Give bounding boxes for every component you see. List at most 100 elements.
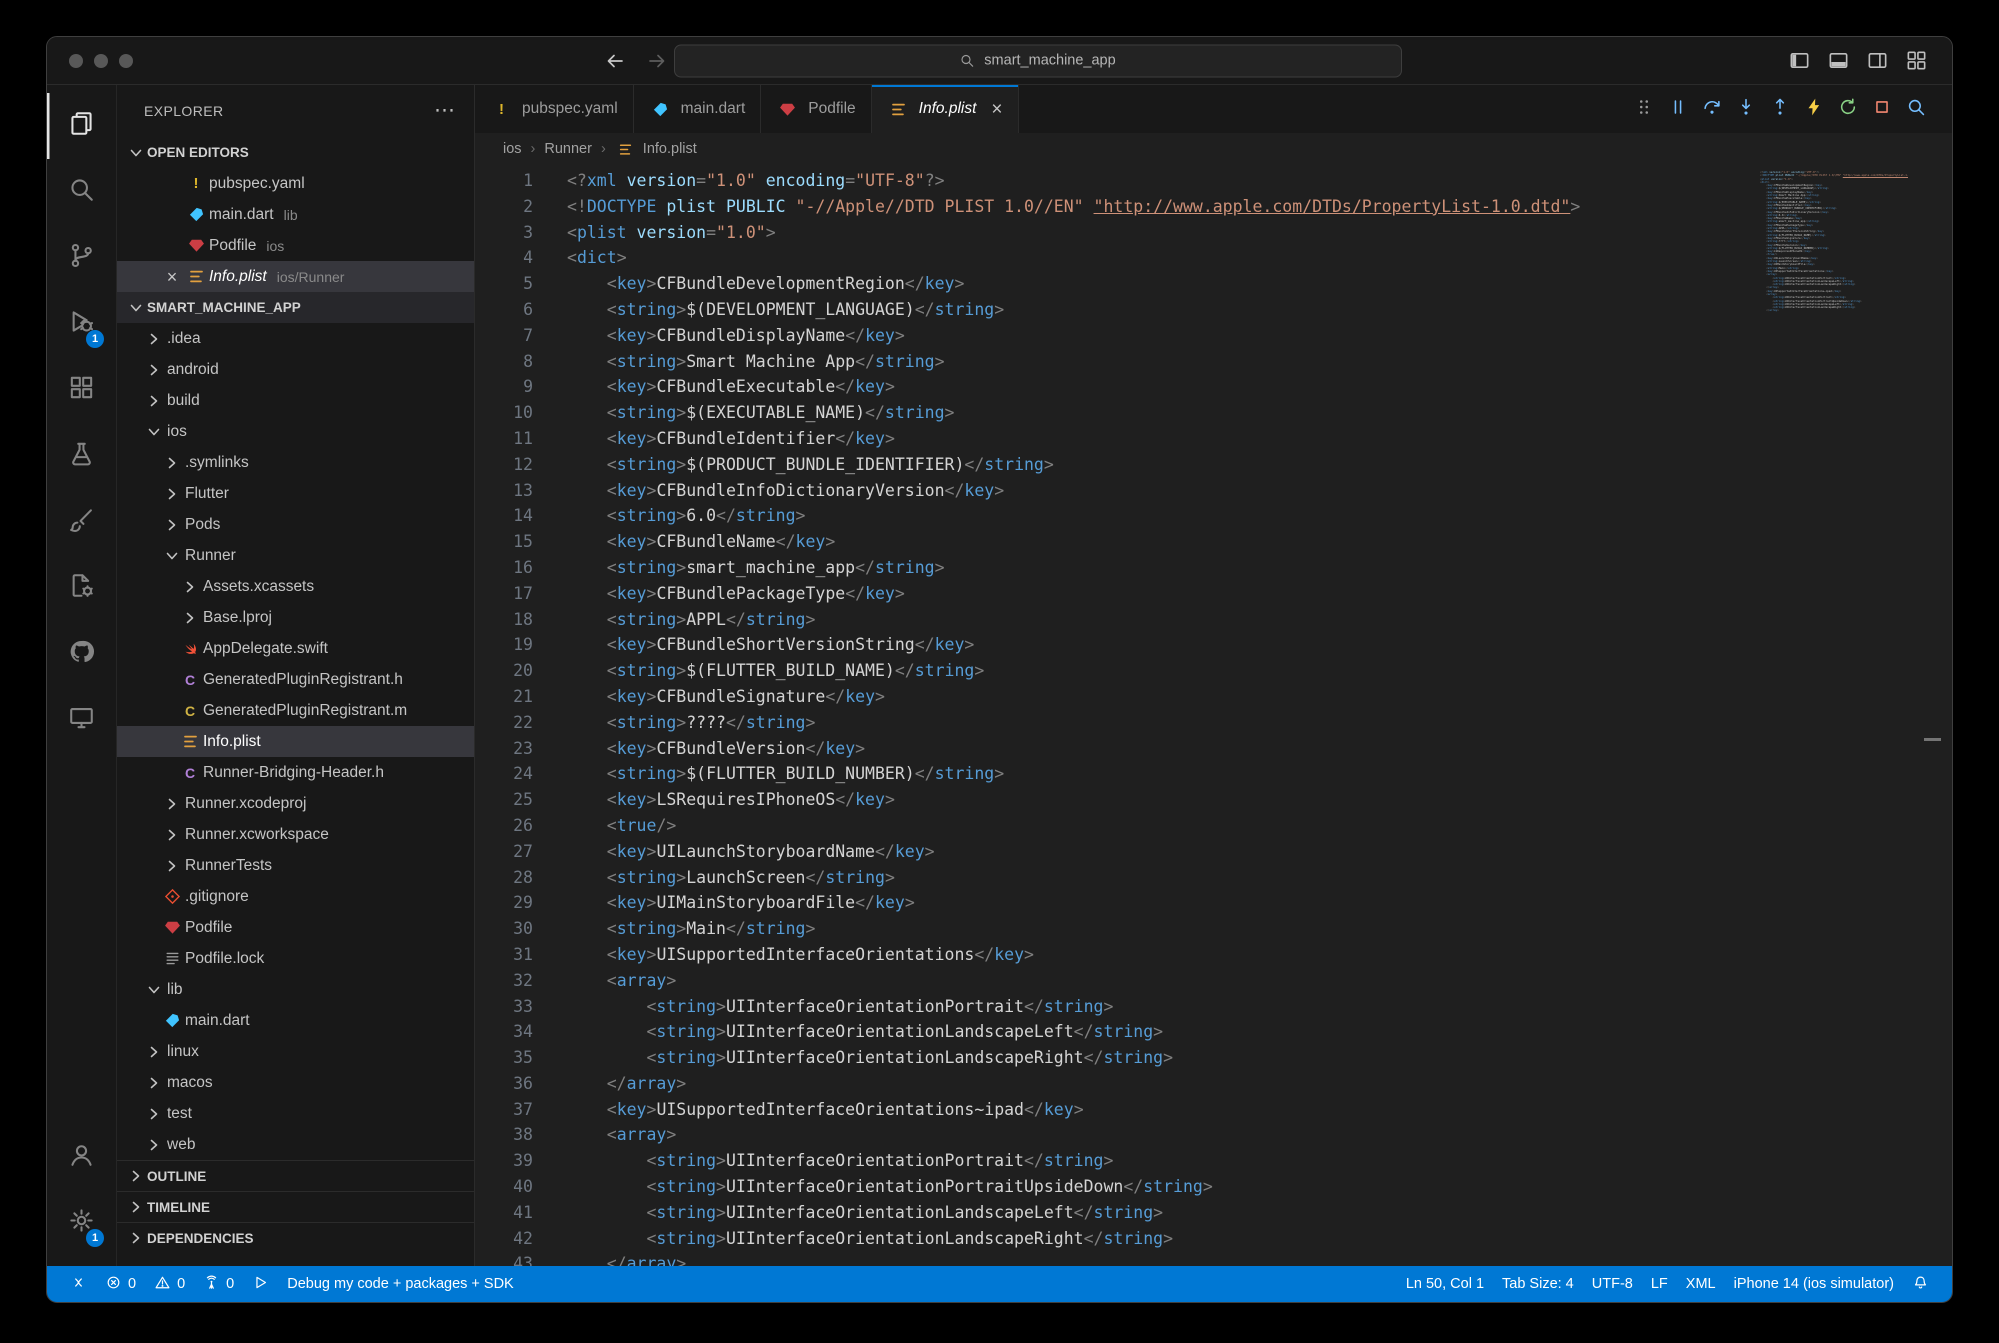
status-debug[interactable]	[243, 1266, 278, 1302]
tree-item-gitignore[interactable]: .gitignore	[117, 881, 474, 912]
activity-search[interactable]	[47, 159, 116, 225]
tab-info-plist[interactable]: Info.plist×	[872, 85, 1019, 133]
action-step-out[interactable]	[1764, 93, 1796, 125]
tree-item-symlinks[interactable]: .symlinks	[117, 447, 474, 478]
activity-settings[interactable]: 1	[47, 1190, 116, 1256]
tree-item-assets-xcassets[interactable]: Assets.xcassets	[117, 571, 474, 602]
status-flutter-device[interactable]: iPhone 14 (ios simulator)	[1725, 1266, 1903, 1302]
tab-podfile[interactable]: Podfile	[761, 85, 871, 133]
status-language-mode[interactable]: XML	[1677, 1266, 1725, 1302]
titlebar-toggle-secondary-sidebar[interactable]	[1866, 49, 1889, 72]
tree-item-macos[interactable]: macos	[117, 1067, 474, 1098]
tree-item-runnertests[interactable]: RunnerTests	[117, 850, 474, 881]
status-errors[interactable]: 0	[96, 1266, 145, 1302]
minimap[interactable]: <?xml version="1.0" encoding="UTF-8"?><!…	[1760, 171, 1908, 313]
titlebar[interactable]: smart_machine_app	[47, 37, 1952, 85]
titlebar-toggle-primary-sidebar[interactable]	[1788, 49, 1811, 72]
open-editor-pubspec-yaml[interactable]: !pubspec.yaml	[117, 168, 474, 199]
back-arrow-icon[interactable]	[603, 49, 627, 73]
tree-item-pods[interactable]: Pods	[117, 509, 474, 540]
window-zoom-button[interactable]	[119, 54, 133, 68]
window-close-button[interactable]	[69, 54, 83, 68]
tree-item-generatedpluginregistrant-m[interactable]: CGeneratedPluginRegistrant.m	[117, 695, 474, 726]
status-remote[interactable]	[61, 1266, 96, 1302]
tree-item-idea[interactable]: .idea	[117, 323, 474, 354]
status-ports[interactable]: 0	[194, 1266, 243, 1302]
tree-item-main-dart[interactable]: main.dart	[117, 1005, 474, 1036]
breadcrumb-ios[interactable]: ios	[503, 141, 522, 157]
section-dependencies[interactable]: DEPENDENCIES	[117, 1222, 474, 1253]
tree-item-ios[interactable]: ios	[117, 416, 474, 447]
tree-item-test[interactable]: test	[117, 1098, 474, 1129]
status-cursor-position[interactable]: Ln 50, Col 1	[1397, 1266, 1493, 1302]
open-editor-podfile[interactable]: Podfileios	[117, 230, 474, 261]
status-eol[interactable]: LF	[1642, 1266, 1677, 1302]
breadcrumb-runner[interactable]: Runner	[544, 141, 592, 157]
tree-item-runner-xcworkspace[interactable]: Runner.xcworkspace	[117, 819, 474, 850]
tree-item-runner[interactable]: Runner	[117, 540, 474, 571]
tree-item-generatedpluginregistrant-h[interactable]: CGeneratedPluginRegistrant.h	[117, 664, 474, 695]
action-hot-restart[interactable]	[1832, 93, 1864, 125]
action-gripper[interactable]	[1628, 93, 1660, 125]
tree-item-build[interactable]: build	[117, 385, 474, 416]
search-icon	[67, 175, 96, 209]
section-timeline[interactable]: TIMELINE	[117, 1191, 474, 1222]
tree-item-appdelegate-swift[interactable]: AppDelegate.swift	[117, 633, 474, 664]
titlebar-customize-layout[interactable]	[1905, 49, 1928, 72]
activity-source-control[interactable]	[47, 225, 116, 291]
activity-testing[interactable]	[47, 423, 116, 489]
activity-brush[interactable]	[47, 489, 116, 555]
action-open-devtools[interactable]	[1900, 93, 1932, 125]
action-step-into[interactable]	[1730, 93, 1762, 125]
project-root-header[interactable]: SMART_MACHINE_APP	[117, 292, 474, 323]
action-hot-reload[interactable]	[1798, 93, 1830, 125]
code-line: 19 <key>CFBundleShortVersionString</key>	[475, 632, 1952, 658]
activity-explorer[interactable]	[47, 93, 116, 159]
status-notifications[interactable]	[1903, 1266, 1938, 1302]
tree-item-podfile-lock[interactable]: Podfile.lock	[117, 943, 474, 974]
command-center-search[interactable]: smart_machine_app	[674, 44, 1402, 77]
activity-github[interactable]	[47, 621, 116, 687]
tab-pubspec-yaml[interactable]: !pubspec.yaml	[475, 85, 634, 133]
activity-run-and-debug[interactable]: 1	[47, 291, 116, 357]
open-editors-header[interactable]: OPEN EDITORS	[117, 137, 474, 168]
overview-ruler[interactable]	[1908, 165, 1952, 1266]
breadcrumb-info-plist[interactable]: Info.plist	[615, 141, 697, 157]
tree-item-info-plist[interactable]: Info.plist	[117, 726, 474, 757]
tree-item-android[interactable]: android	[117, 354, 474, 385]
activity-extensions[interactable]	[47, 357, 116, 423]
action-step-over[interactable]	[1696, 93, 1728, 125]
code-editor[interactable]: 1<?xml version="1.0" encoding="UTF-8"?>2…	[475, 165, 1952, 1266]
tab-main-dart[interactable]: main.dart	[634, 85, 762, 133]
window-minimize-button[interactable]	[94, 54, 108, 68]
tree-item-lib[interactable]: lib	[117, 974, 474, 1005]
action-pause[interactable]	[1662, 93, 1694, 125]
code-line: 18 <string>APPL</string>	[475, 607, 1952, 633]
status-debug-config[interactable]: Debug my code + packages + SDK	[278, 1266, 523, 1302]
status-encoding[interactable]: UTF-8	[1583, 1266, 1642, 1302]
status-tab-size[interactable]: Tab Size: 4	[1493, 1266, 1583, 1302]
tree-item-flutter[interactable]: Flutter	[117, 478, 474, 509]
more-actions-icon[interactable]: ⋯	[434, 106, 456, 116]
tree-item-runner-xcodeproj[interactable]: Runner.xcodeproj	[117, 788, 474, 819]
forward-arrow-icon[interactable]	[645, 49, 669, 73]
tree-item-web[interactable]: web	[117, 1129, 474, 1160]
tree-item-base-lproj[interactable]: Base.lproj	[117, 602, 474, 633]
status-warnings[interactable]: 0	[145, 1266, 194, 1302]
open-editor-info-plist[interactable]: ×Info.plistios/Runner	[117, 261, 474, 292]
activity-accounts[interactable]	[47, 1124, 116, 1190]
tree-item-runner-bridging-header-h[interactable]: CRunner-Bridging-Header.h	[117, 757, 474, 788]
history-nav	[603, 49, 669, 73]
activity-remote-explorer[interactable]	[47, 687, 116, 753]
close-tab-icon[interactable]: ×	[991, 100, 1002, 119]
line-number: 31	[475, 942, 533, 968]
tree-item-linux[interactable]: linux	[117, 1036, 474, 1067]
open-editor-main-dart[interactable]: main.dartlib	[117, 199, 474, 230]
tree-item-podfile[interactable]: Podfile	[117, 912, 474, 943]
section-outline[interactable]: OUTLINE	[117, 1160, 474, 1191]
activity-project-manager[interactable]	[47, 555, 116, 621]
close-editor-icon[interactable]: ×	[159, 268, 185, 286]
code-line: 34 <string>UIInterfaceOrientationLandsca…	[475, 1019, 1952, 1045]
action-stop[interactable]	[1866, 93, 1898, 125]
titlebar-toggle-panel[interactable]	[1827, 49, 1850, 72]
